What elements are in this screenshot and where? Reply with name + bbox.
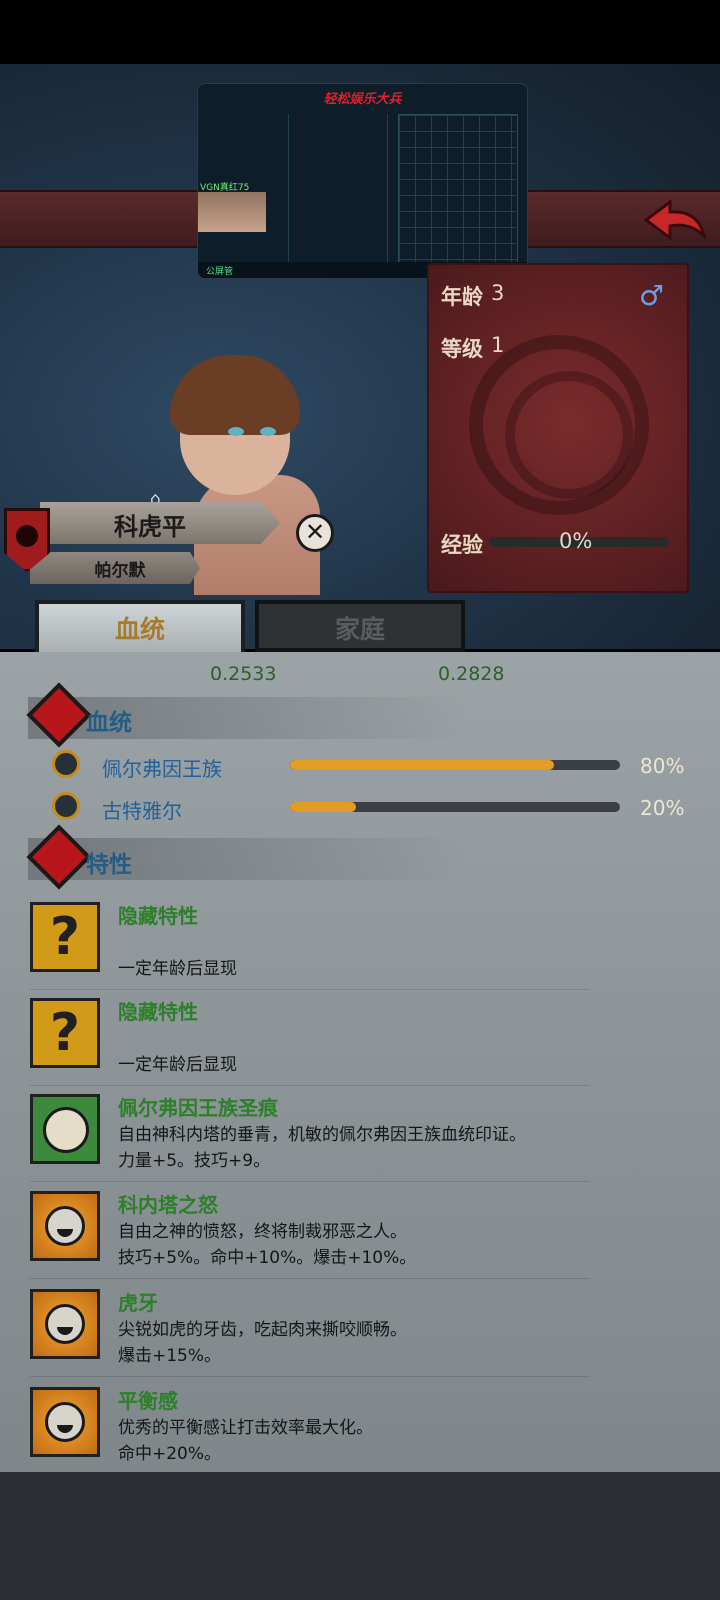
lineage-crest-icon [52, 792, 80, 820]
portrait-hair [170, 355, 300, 435]
age-value: 3 [491, 281, 505, 305]
trait-effect: 力量+5。技巧+9。 [118, 1151, 271, 1171]
trait-desc: 优秀的平衡感让打击效率最大化。 [118, 1418, 373, 1438]
tab-family[interactable]: 家庭 [255, 600, 465, 652]
trait-effect: 一定年龄后显现 [118, 1055, 237, 1075]
trait-item[interactable]: ? 隐藏特性 一定年龄后显现 [30, 898, 590, 990]
portrait-eye-right [260, 427, 276, 436]
trait-desc: 尖锐如虎的牙齿，吃起肉来撕咬顺畅。 [118, 1320, 407, 1340]
trait-name: 佩尔弗因王族圣痕 [118, 1096, 278, 1120]
lineage-bar-fill [290, 760, 554, 770]
stream-title: 轻松娱乐大兵 [323, 92, 402, 107]
trait-effect: 爆击+15%。 [118, 1346, 222, 1366]
value-right: 0.2828 [438, 663, 505, 685]
trait-name: 虎牙 [118, 1291, 158, 1315]
lineage-name: 古特雅尔 [102, 799, 182, 823]
question-icon: ? [30, 998, 100, 1068]
trait-effect: 技巧+5%。命中+10%。爆击+10%。 [118, 1248, 417, 1268]
exp-value: 0% [559, 529, 593, 553]
close-icon[interactable]: ✕ [296, 514, 334, 552]
lineage-bar [290, 760, 620, 770]
age-label: 年龄 [441, 285, 483, 309]
leaf-icon [30, 1094, 100, 1164]
level-value: 1 [491, 333, 505, 357]
smile-icon [30, 1289, 100, 1359]
lineage-name: 佩尔弗因王族 [102, 757, 222, 781]
portrait-eye-left [228, 427, 244, 436]
stream-columns [288, 114, 388, 264]
trait-desc: 自由神科内塔的垂青，机敏的佩尔弗因王族血统印证。 [118, 1125, 526, 1145]
smile-icon [30, 1191, 100, 1261]
value-left: 0.2533 [210, 663, 277, 685]
trait-name: 隐藏特性 [118, 904, 198, 928]
knot-emblem-icon [469, 335, 649, 515]
smile-icon [30, 1387, 100, 1457]
trait-name: 科内塔之怒 [118, 1193, 218, 1217]
lineage-bar [290, 802, 620, 812]
question-icon: ? [30, 902, 100, 972]
shield-emblem-icon [16, 525, 38, 547]
trait-item[interactable]: ? 隐藏特性 一定年龄后显现 [30, 994, 590, 1086]
lineage-title: 血统 [86, 710, 132, 736]
trait-desc: 自由之神的愤怒，终将制裁邪恶之人。 [118, 1222, 407, 1242]
lineage-bar-fill [290, 802, 356, 812]
trait-effect: 一定年龄后显现 [118, 959, 237, 979]
trait-item[interactable]: 佩尔弗因王族圣痕 自由神科内塔的垂青，机敏的佩尔弗因王族血统印证。 力量+5。技… [30, 1090, 590, 1182]
stream-grid [398, 114, 518, 264]
stream-overlay: 轻松娱乐大兵 VGN真红75 公屏管 [197, 83, 528, 279]
character-sub-name: 帕尔默 [94, 561, 146, 581]
tab-lineage[interactable]: 血统 [35, 600, 245, 652]
status-bar [0, 0, 720, 64]
male-icon: ♂ [639, 279, 665, 312]
character-name: 科虎平 [114, 513, 186, 541]
trait-item[interactable]: 科内塔之怒 自由之神的愤怒，终将制裁邪恶之人。 技巧+5%。命中+10%。爆击+… [30, 1187, 590, 1279]
trait-item[interactable]: 平衡感 优秀的平衡感让打击效率最大化。 命中+20%。 [30, 1383, 590, 1475]
stats-card: 年龄 3 ♂ 等级 1 经验 0% [427, 263, 689, 593]
trait-name: 隐藏特性 [118, 1000, 198, 1024]
trait-name: 平衡感 [118, 1389, 178, 1413]
bottom-area [0, 1472, 720, 1600]
lineage-percent: 80% [640, 754, 685, 778]
exp-label: 经验 [441, 533, 483, 557]
lineage-percent: 20% [640, 796, 685, 820]
traits-title: 特性 [86, 852, 132, 878]
level-label: 等级 [441, 337, 483, 361]
lineage-crest-icon [52, 750, 80, 778]
stream-camera [198, 192, 266, 232]
trait-effect: 命中+20%。 [118, 1444, 222, 1464]
back-arrow-icon[interactable] [640, 196, 710, 244]
trait-item[interactable]: 虎牙 尖锐如虎的牙齿，吃起肉来撕咬顺畅。 爆击+15%。 [30, 1285, 590, 1377]
